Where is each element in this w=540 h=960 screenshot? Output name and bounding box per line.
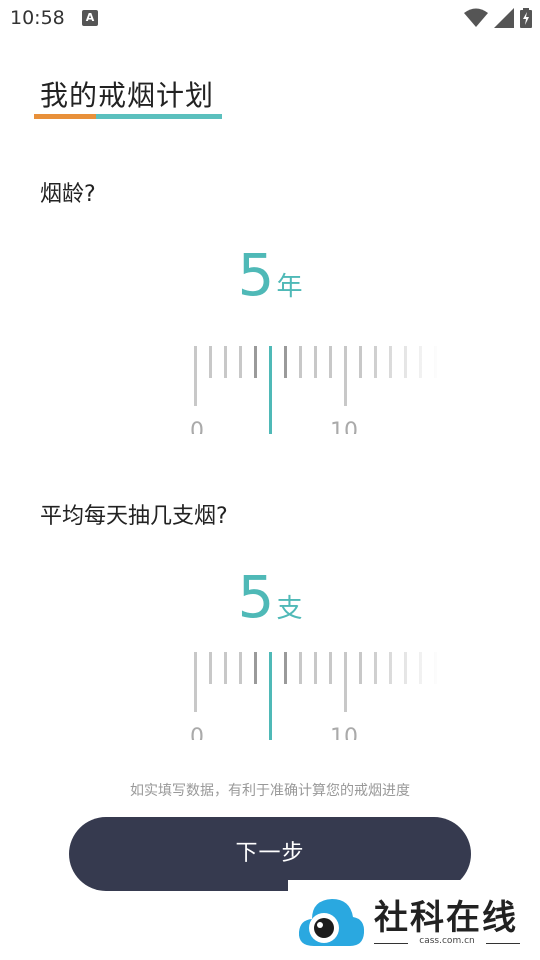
notification-app-icon: A [82, 10, 98, 26]
title-underline-teal [96, 114, 222, 119]
status-icons [464, 8, 532, 28]
status-time: 10:58 [10, 7, 65, 29]
wifi-icon [464, 8, 488, 27]
value-unit: 支 [276, 594, 303, 624]
ruler-ticks: 0 10 [190, 650, 440, 740]
value-daily-cigarettes: 5支 [0, 568, 540, 626]
ruler-ticks: 0 10 [190, 344, 440, 434]
question-smoking-years: 烟龄? [40, 182, 96, 207]
value-unit: 年 [276, 272, 303, 302]
value-number: 5 [237, 563, 275, 631]
page-title: 我的戒烟计划 [40, 79, 215, 112]
question-daily-cigarettes: 平均每天抽几支烟? [40, 504, 228, 529]
hint-text: 如实填写数据，有利于准确计算您的戒烟进度 [130, 783, 410, 799]
signal-icon [494, 8, 514, 28]
watermark-line-right [486, 943, 520, 944]
watermark-logo: 社科在线 cass.com.cn [288, 880, 540, 960]
value-smoking-years: 5年 [0, 246, 540, 304]
cloud-logo-icon [298, 899, 365, 946]
battery-icon [520, 8, 532, 28]
ruler-smoking-years[interactable]: 0 10 [190, 344, 440, 434]
value-number: 5 [237, 241, 275, 309]
title-underline-orange [34, 114, 96, 119]
watermark-text: 社科在线 [374, 898, 518, 938]
ruler-daily-cigarettes[interactable]: 0 10 [190, 650, 440, 740]
status-bar: 10:58 A [0, 0, 540, 36]
watermark-subtext: cass.com.cn [419, 936, 475, 946]
